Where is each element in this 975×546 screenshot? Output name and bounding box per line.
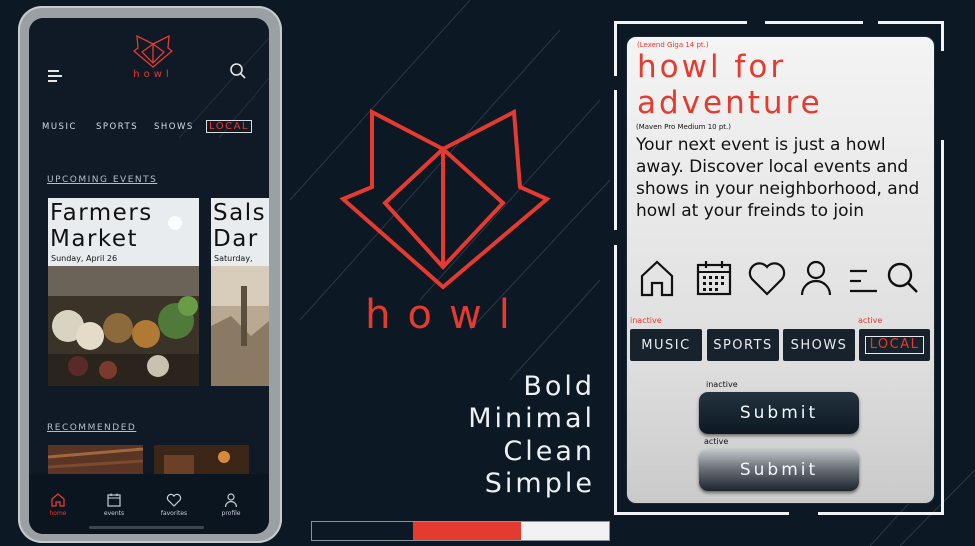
event-card[interactable]: Farmers Market Sunday, April 26: [48, 198, 199, 386]
menu-icon[interactable]: [48, 70, 62, 82]
home-indicator: [89, 526, 204, 529]
light-glare: [168, 216, 182, 230]
chip-music[interactable]: MUSIC: [630, 329, 702, 361]
bottom-navigation: home events favorites profile: [29, 474, 269, 534]
color-palette-strip: [311, 521, 610, 541]
event-date: Sunday, April 26: [51, 254, 118, 263]
tagline-word: Bold: [523, 371, 595, 402]
heart-icon: [166, 493, 182, 507]
frame-line: [614, 512, 789, 515]
tab-local[interactable]: LOCAL: [206, 120, 252, 133]
search-icon: [887, 262, 918, 293]
nav-events[interactable]: events: [89, 492, 139, 517]
event-title: Sals Dar: [213, 200, 267, 252]
market-photo: [48, 266, 199, 386]
button-label: Submit: [739, 403, 819, 423]
howl-logo-icon: [133, 34, 173, 68]
style-guide-card: (Lexend Giga 14 pt.) howl for adventure …: [626, 36, 935, 504]
heading-font-spec: (Lexend Giga 14 pt.): [637, 41, 709, 49]
frame-line: [941, 21, 944, 51]
home-icon: [640, 260, 674, 297]
nav-home[interactable]: home: [33, 492, 83, 517]
brand-name: howl: [133, 69, 173, 80]
chip-label: SHOWS: [790, 337, 848, 353]
logo-wordmark: howl: [365, 292, 527, 338]
frame-line: [614, 21, 617, 76]
search-icon[interactable]: [229, 62, 247, 80]
event-title: Farmers Market: [50, 200, 153, 252]
frame-line: [941, 140, 944, 515]
nav-profile[interactable]: profile: [206, 492, 256, 517]
chip-label: LOCAL: [864, 336, 925, 354]
nav-label: profile: [221, 510, 241, 517]
sample-body-text: Your next event is just a howl away. Dis…: [636, 135, 920, 221]
phone-screen: howl MUSIC SPORTS SHOWS LOCAL UPCOMING E…: [29, 18, 269, 534]
profile-icon: [224, 493, 238, 508]
palette-dark: [312, 522, 413, 540]
heart-icon: [748, 262, 786, 296]
nav-label: events: [103, 510, 125, 517]
palette-light: [521, 522, 609, 540]
icon-set: [639, 259, 929, 303]
frame-line: [878, 21, 944, 24]
frame-line: [818, 512, 944, 515]
button-active-label: active: [704, 437, 729, 446]
profile-icon: [800, 260, 832, 296]
chip-shows[interactable]: SHOWS: [783, 329, 855, 361]
nav-favorites[interactable]: favorites: [149, 492, 199, 517]
button-label: Submit: [739, 460, 819, 480]
sample-headline: howl for adventure: [637, 49, 823, 121]
submit-button-inactive[interactable]: Submit: [699, 392, 859, 434]
chip-label: SPORTS: [713, 337, 773, 353]
recommended-thumbnail[interactable]: [48, 445, 143, 475]
tab-sports[interactable]: SPORTS: [96, 122, 138, 132]
frame-line: [614, 21, 747, 24]
recommended-thumbnail[interactable]: [154, 445, 249, 475]
chip-inactive-label: inactive: [630, 316, 662, 325]
nav-label: favorites: [160, 510, 188, 517]
recommended-heading: RECOMMENDED: [47, 423, 137, 433]
frame-line: [614, 245, 617, 515]
calendar-icon: [696, 261, 732, 296]
event-card[interactable]: Sals Dar Saturday,: [211, 198, 269, 386]
calendar-icon: [107, 493, 121, 507]
upcoming-events-heading: UPCOMING EVENTS: [47, 175, 158, 185]
chip-active-label: active: [858, 316, 883, 325]
tagline-word: Clean: [503, 436, 595, 467]
tagline-word: Simple: [484, 468, 595, 499]
frame-line: [765, 21, 863, 24]
howl-fox-logo-icon: [339, 108, 551, 290]
phone-mockup: howl MUSIC SPORTS SHOWS LOCAL UPCOMING E…: [18, 6, 282, 543]
home-icon: [51, 493, 65, 507]
submit-button-active[interactable]: Submit: [699, 449, 859, 491]
chip-sports[interactable]: SPORTS: [707, 329, 779, 361]
nav-label: home: [49, 510, 67, 517]
chip-label: MUSIC: [641, 337, 691, 353]
tab-music[interactable]: MUSIC: [42, 122, 77, 132]
palette-red: [413, 522, 521, 540]
menu-icon: [850, 269, 877, 293]
event-date: Saturday,: [214, 254, 253, 263]
button-inactive-label: inactive: [706, 380, 738, 389]
tagline-word: Minimal: [468, 403, 595, 434]
chip-local-active[interactable]: LOCAL: [859, 329, 930, 361]
body-font-spec: (Maven Pro Medium 10 pt.): [636, 123, 731, 131]
category-tabs: MUSIC SPORTS SHOWS LOCAL: [42, 120, 266, 138]
festival-photo: [211, 266, 269, 386]
tab-shows[interactable]: SHOWS: [154, 122, 194, 132]
frame-line: [614, 90, 617, 230]
